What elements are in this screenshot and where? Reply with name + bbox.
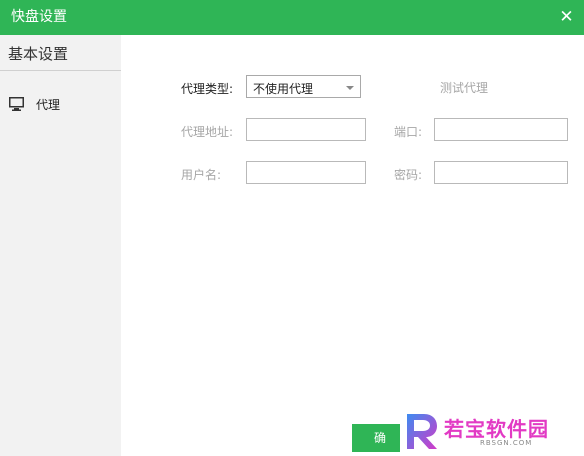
password-field[interactable] [434,161,568,184]
watermark-text: 若宝软件园 [444,417,549,441]
monitor-icon [9,97,24,111]
watermark-subtext: RBSGN.COM [480,439,533,447]
chevron-down-icon [346,86,354,90]
port-field[interactable] [434,118,568,141]
username-field[interactable] [246,161,366,184]
sidebar-header: 基本设置 [0,35,121,71]
proxy-type-select[interactable]: 不使用代理 [246,75,361,98]
proxy-address-label: 代理地址: [181,125,234,139]
sidebar-item-proxy[interactable]: 代理 [0,92,121,116]
watermark-logo-icon [407,414,437,449]
window-title: 快盘设置 [11,9,67,25]
title-bar: 快盘设置 ✕ [0,0,584,35]
proxy-type-value: 不使用代理 [253,82,314,96]
port-label: 端口: [394,125,423,139]
proxy-address-field[interactable] [246,118,366,141]
port-input[interactable] [435,119,567,140]
sidebar-header-label: 基本设置 [8,45,69,63]
sidebar-item-label: 代理 [36,98,61,112]
watermark: 若宝软件园 RBSGN.COM [400,406,584,456]
sidebar: 基本设置 代理 [0,35,121,456]
test-proxy-button[interactable]: 测试代理 [440,79,488,96]
close-icon[interactable]: ✕ [553,4,580,31]
proxy-address-input[interactable] [247,119,365,140]
username-label: 用户名: [181,168,222,182]
password-input[interactable] [435,162,567,183]
username-input[interactable] [247,162,365,183]
proxy-type-label: 代理类型: [181,82,234,96]
password-label: 密码: [394,168,423,182]
